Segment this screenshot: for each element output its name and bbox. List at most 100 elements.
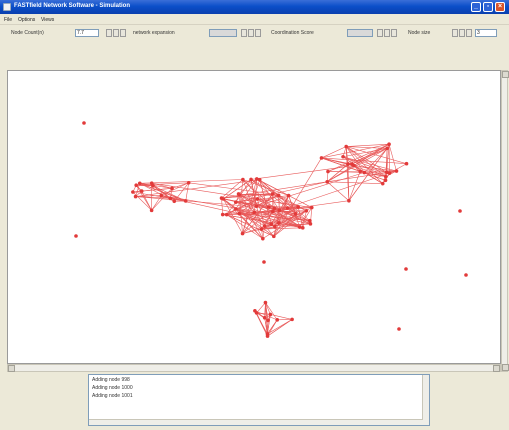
graph-node[interactable]: [266, 205, 271, 209]
graph-node[interactable]: [387, 142, 391, 147]
graph-node[interactable]: [139, 189, 144, 193]
graph-node[interactable]: [394, 169, 399, 173]
scroll-down-button[interactable]: [502, 364, 509, 371]
graph-node[interactable]: [255, 197, 260, 201]
graph-node[interactable]: [249, 177, 253, 182]
graph-node[interactable]: [149, 208, 154, 213]
node-count-reset-button[interactable]: [120, 29, 126, 37]
coordination-score-down-button[interactable]: [377, 29, 383, 37]
graph-node[interactable]: [149, 181, 154, 185]
graph-node[interactable]: [262, 315, 267, 320]
canvas-vertical-scrollbar[interactable]: [501, 70, 509, 372]
log-horizontal-scrollbar[interactable]: [89, 419, 423, 425]
graph-node[interactable]: [133, 194, 138, 199]
graph-node[interactable]: [134, 183, 139, 188]
graph-node[interactable]: [252, 210, 257, 215]
graph-node[interactable]: [186, 180, 191, 185]
graph-node[interactable]: [290, 317, 294, 322]
node-size-up-button[interactable]: [459, 29, 465, 37]
graph-node[interactable]: [344, 144, 348, 149]
graph-node[interactable]: [384, 170, 389, 175]
graph-node[interactable]: [257, 177, 262, 182]
node-count-down-button[interactable]: [106, 29, 112, 37]
graph-node[interactable]: [183, 199, 188, 203]
graph-node[interactable]: [137, 181, 142, 186]
title-bar[interactable]: FASTfield Network Software - Simulation …: [0, 0, 509, 14]
graph-node[interactable]: [254, 204, 259, 209]
graph-node[interactable]: [325, 179, 329, 184]
graph-node[interactable]: [270, 209, 275, 214]
graph-node[interactable]: [265, 332, 270, 336]
graph-node[interactable]: [253, 308, 257, 313]
graph-node[interactable]: [308, 218, 312, 223]
graph-node[interactable]: [319, 156, 324, 160]
graph-node[interactable]: [270, 192, 275, 196]
graph-node[interactable]: [277, 208, 282, 213]
graph-node[interactable]: [397, 327, 401, 331]
graph-node[interactable]: [82, 121, 86, 125]
graph-node[interactable]: [308, 222, 313, 226]
node-count-up-button[interactable]: [113, 29, 119, 37]
scroll-right-button[interactable]: [493, 365, 500, 372]
close-button[interactable]: ×: [495, 2, 505, 12]
node-count-field[interactable]: 7.7: [75, 29, 99, 37]
graph-node[interactable]: [266, 318, 270, 323]
graph-node[interactable]: [300, 226, 305, 230]
graph-node[interactable]: [219, 196, 224, 200]
menu-file[interactable]: File: [4, 17, 12, 23]
graph-node[interactable]: [172, 199, 177, 204]
scroll-up-button[interactable]: [502, 71, 509, 78]
graph-node[interactable]: [404, 267, 408, 271]
network-expansion-field[interactable]: [209, 29, 237, 37]
graph-node[interactable]: [293, 212, 298, 216]
graph-node[interactable]: [458, 209, 462, 213]
graph-node[interactable]: [464, 273, 468, 277]
graph-node[interactable]: [269, 222, 274, 226]
graph-node[interactable]: [358, 169, 362, 174]
graph-node[interactable]: [170, 186, 174, 191]
coordination-score-field[interactable]: [347, 29, 373, 37]
graph-node[interactable]: [404, 161, 409, 166]
minimize-button[interactable]: _: [471, 2, 481, 12]
network-expansion-down-button[interactable]: [241, 29, 247, 37]
graph-node[interactable]: [237, 211, 242, 216]
graph-node[interactable]: [347, 198, 351, 203]
scroll-left-button[interactable]: [8, 365, 15, 372]
graph-node[interactable]: [74, 234, 78, 238]
graph-node[interactable]: [272, 206, 277, 211]
graph-node[interactable]: [272, 234, 276, 239]
graph-node[interactable]: [240, 231, 245, 236]
graph-node[interactable]: [241, 177, 245, 182]
graph-node[interactable]: [268, 312, 273, 317]
graph-node[interactable]: [236, 192, 241, 196]
graph-node[interactable]: [346, 162, 350, 166]
graph-node[interactable]: [277, 221, 281, 225]
graph-node[interactable]: [285, 206, 290, 210]
graph-node[interactable]: [385, 146, 389, 151]
coordination-score-up-button[interactable]: [384, 29, 390, 37]
graph-node[interactable]: [276, 193, 281, 198]
graph-node[interactable]: [326, 169, 330, 174]
graph-node[interactable]: [352, 163, 356, 168]
graph-node[interactable]: [383, 174, 388, 179]
log-panel[interactable]: Adding node 998 Adding node 1000 Adding …: [88, 374, 430, 426]
graph-node[interactable]: [159, 193, 164, 198]
graph-node[interactable]: [383, 178, 388, 183]
graph-node[interactable]: [297, 225, 302, 229]
graph-node[interactable]: [259, 227, 264, 231]
graph-node[interactable]: [263, 300, 268, 305]
graph-node[interactable]: [131, 190, 135, 194]
graph-node[interactable]: [286, 193, 291, 198]
graph-node[interactable]: [273, 224, 277, 229]
graph-node[interactable]: [362, 170, 367, 175]
node-size-reset-button[interactable]: [466, 29, 472, 37]
node-size-field[interactable]: 3: [475, 29, 497, 37]
graph-node[interactable]: [234, 207, 238, 211]
graph-node[interactable]: [233, 200, 238, 204]
node-size-down-button[interactable]: [452, 29, 458, 37]
maximize-button[interactable]: ▫: [483, 2, 493, 12]
graph-node[interactable]: [275, 318, 280, 322]
menu-views[interactable]: Views: [41, 17, 54, 23]
menu-options[interactable]: Options: [18, 17, 35, 23]
graph-node[interactable]: [261, 236, 265, 241]
